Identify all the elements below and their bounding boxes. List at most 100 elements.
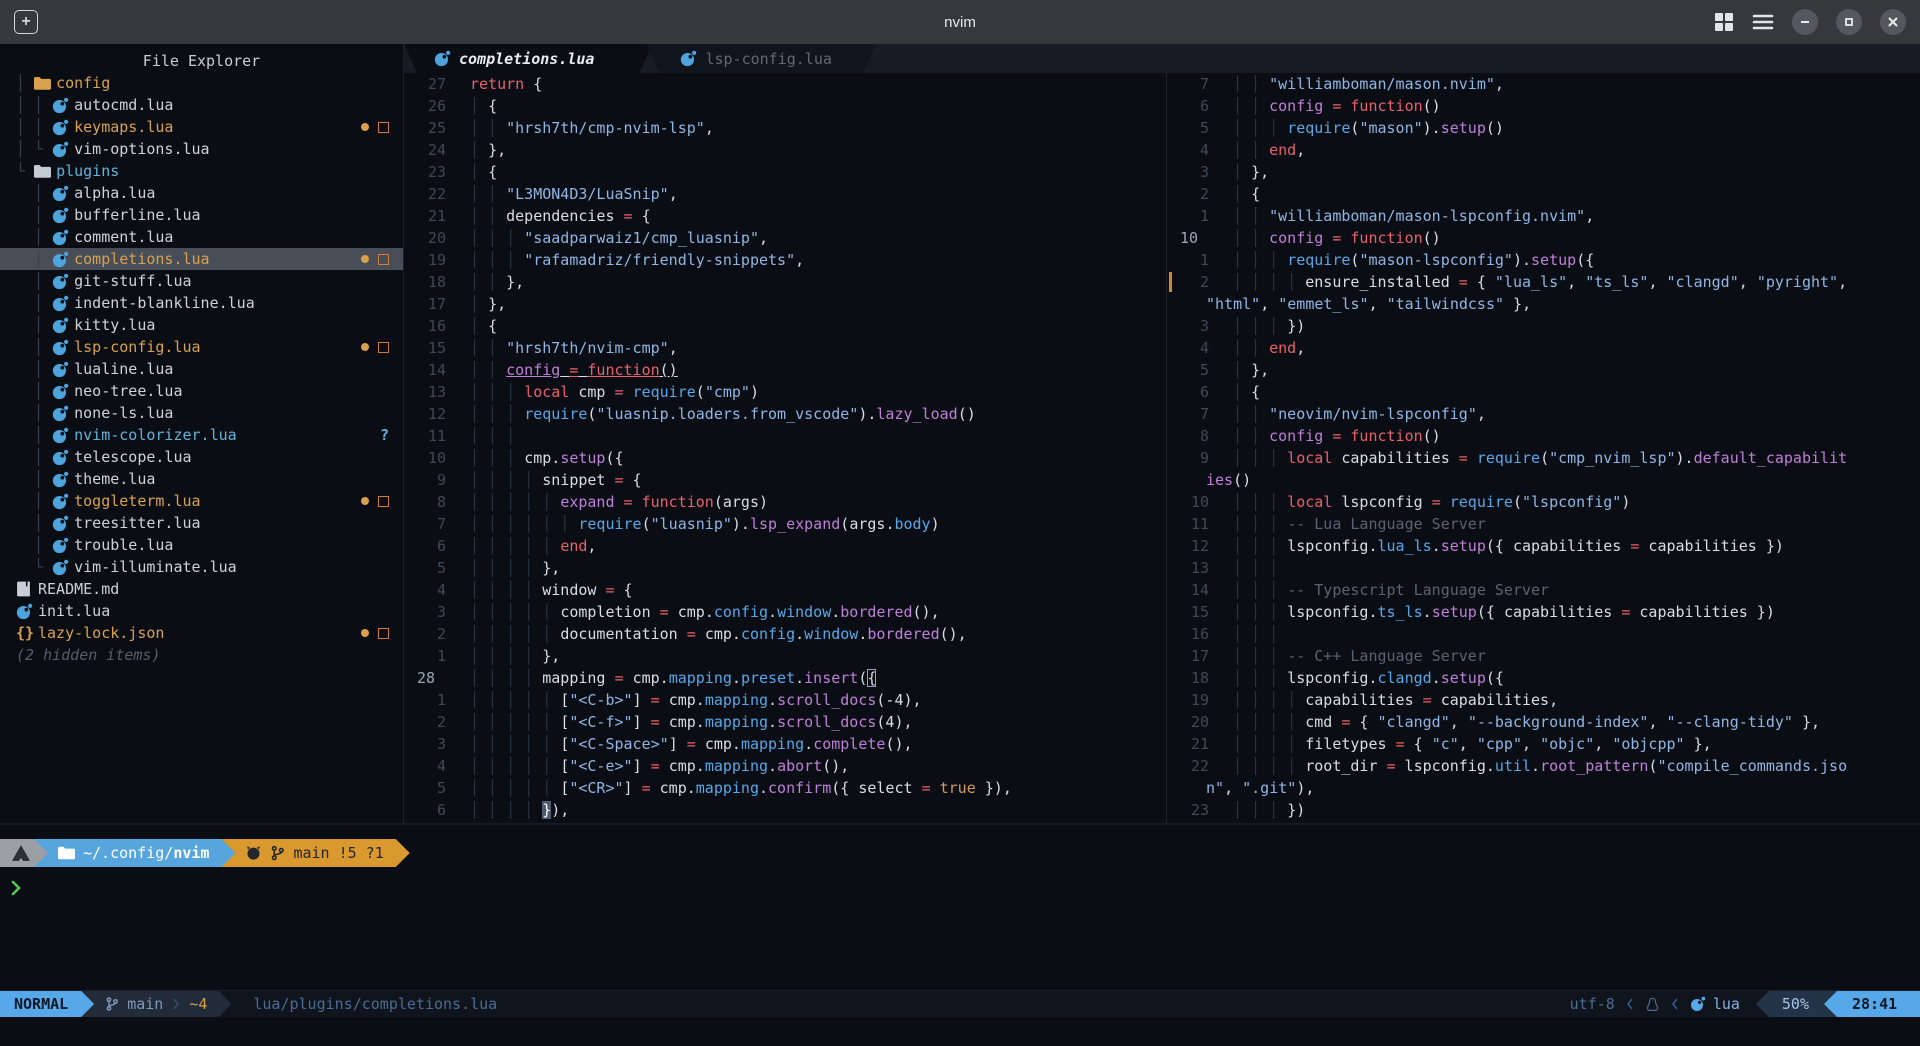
- tree-item-vim-illuminate-lua[interactable]: └ vim-illuminate.lua: [0, 556, 403, 578]
- code-line[interactable]: 12│ │ │ lspconfig.lua_ls.setup({ capabil…: [1167, 535, 1920, 557]
- code-line[interactable]: 5│ │ │ │ │ ["<CR>"] = cmp.mapping.confir…: [404, 777, 1166, 799]
- code-line[interactable]: 14│ │ │ -- Typescript Language Server: [1167, 579, 1920, 601]
- command-line[interactable]: [0, 1017, 1920, 1046]
- tree-item-lazy-lock-json[interactable]: {}lazy-lock.json: [0, 622, 403, 644]
- code-line[interactable]: 15│ │ │ lspconfig.ts_ls.setup({ capabili…: [1167, 601, 1920, 623]
- code-line[interactable]: 6│ │ │ │ }),: [404, 799, 1166, 821]
- code-line[interactable]: 19│ │ │ "rafamadriz/friendly-snippets",: [404, 249, 1166, 271]
- code-line[interactable]: 21│ │ │ │ filetypes = { "c", "cpp", "obj…: [1167, 733, 1920, 755]
- code-line[interactable]: 18│ │ │ lspconfig.clangd.setup({: [1167, 667, 1920, 689]
- code-line[interactable]: 5│ │ │ │ },: [404, 557, 1166, 579]
- tree-item-telescope-lua[interactable]: │ telescope.lua: [0, 446, 403, 468]
- code-line[interactable]: 20│ │ │ "saadparwaiz1/cmp_luasnip",: [404, 227, 1166, 249]
- code-line[interactable]: 8│ │ config = function(): [1167, 425, 1920, 447]
- tree-item-alpha-lua[interactable]: │ alpha.lua: [0, 182, 403, 204]
- code-line[interactable]: 3│ │ │ }): [1167, 315, 1920, 337]
- code-line[interactable]: 5│ │ │ require("mason").setup(): [1167, 117, 1920, 139]
- code-line[interactable]: 20│ │ │ │ cmd = { "clangd", "--backgroun…: [1167, 711, 1920, 733]
- code-line[interactable]: 26│ {: [404, 95, 1166, 117]
- code-line[interactable]: 2│ │ │ │ │ documentation = cmp.config.wi…: [404, 623, 1166, 645]
- code-line[interactable]: 11│ │ │: [404, 425, 1166, 447]
- code-line[interactable]: 9│ │ │ local capabilities = require("cmp…: [1167, 447, 1920, 469]
- tree-item-nvim-colorizer-lua[interactable]: │ nvim-colorizer.lua?: [0, 424, 403, 446]
- tree-item-config[interactable]: │ config: [0, 72, 403, 94]
- tab-lsp-config-lua[interactable]: lsp-config.lua: [646, 44, 875, 73]
- code-line[interactable]: 19│ │ │ │ capabilities = capabilities,: [1167, 689, 1920, 711]
- code-line[interactable]: 10│ │ config = function(): [1167, 227, 1920, 249]
- code-line[interactable]: 16│ {: [404, 315, 1166, 337]
- code-line[interactable]: 7│ │ "neovim/nvim-lspconfig",: [1167, 403, 1920, 425]
- code-line[interactable]: 6│ {: [1167, 381, 1920, 403]
- tree-item-toggleterm-lua[interactable]: │ toggleterm.lua: [0, 490, 403, 512]
- code-line[interactable]: 13│ │ │ local cmp = require("cmp"): [404, 381, 1166, 403]
- code-line[interactable]: 11│ │ │ -- Lua Language Server: [1167, 513, 1920, 535]
- maximize-button[interactable]: [1836, 9, 1862, 35]
- code-line[interactable]: 7│ │ │ │ │ │ require("luasnip").lsp_expa…: [404, 513, 1166, 535]
- code-line[interactable]: 16│ │ │: [1167, 623, 1920, 645]
- tree-item-comment-lua[interactable]: │ comment.lua: [0, 226, 403, 248]
- tree-item-bufferline-lua[interactable]: │ bufferline.lua: [0, 204, 403, 226]
- code-line[interactable]: 3│ │ │ │ │ completion = cmp.config.windo…: [404, 601, 1166, 623]
- close-button[interactable]: [1880, 9, 1906, 35]
- tree-item-treesitter-lua[interactable]: │ treesitter.lua: [0, 512, 403, 534]
- code-line[interactable]: 2│ │ │ │ ensure_installed = { "lua_ls", …: [1167, 271, 1920, 293]
- code-line[interactable]: 3│ },: [1167, 161, 1920, 183]
- terminal-panel[interactable]: ~/.config/nvim main !5 ?1: [0, 823, 1920, 990]
- code-line[interactable]: 1│ │ │ │ },: [404, 645, 1166, 667]
- tree-item-neo-tree-lua[interactable]: │ neo-tree.lua: [0, 380, 403, 402]
- code-line[interactable]: n", ".git"),: [1167, 777, 1920, 799]
- code-line[interactable]: 14│ │ config = function(): [404, 359, 1166, 381]
- tree-item--2-hidden-items-[interactable]: (2 hidden items): [0, 644, 403, 666]
- code-line[interactable]: 28│ │ │ │ mapping = cmp.mapping.preset.i…: [404, 667, 1166, 689]
- code-line[interactable]: 4│ │ │ │ │ ["<C-e>"] = cmp.mapping.abort…: [404, 755, 1166, 777]
- code-line[interactable]: 1│ │ "williamboman/mason-lspconfig.nvim"…: [1167, 205, 1920, 227]
- tree-item-none-ls-lua[interactable]: │ none-ls.lua: [0, 402, 403, 424]
- tree-item-vim-options-lua[interactable]: │ └ vim-options.lua: [0, 138, 403, 160]
- code-line[interactable]: 9│ │ │ │ snippet = {: [404, 469, 1166, 491]
- tree-item-git-stuff-lua[interactable]: │ git-stuff.lua: [0, 270, 403, 292]
- code-line[interactable]: "html", "emmet_ls", "tailwindcss" },: [1167, 293, 1920, 315]
- tree-item-keymaps-lua[interactable]: │ │ keymaps.lua: [0, 116, 403, 138]
- code-line[interactable]: 17│ │ │ -- C++ Language Server: [1167, 645, 1920, 667]
- code-line[interactable]: 1│ │ │ │ │ ["<C-b>"] = cmp.mapping.scrol…: [404, 689, 1166, 711]
- tree-item-init-lua[interactable]: init.lua: [0, 600, 403, 622]
- code-line[interactable]: 25│ │ "hrsh7th/cmp-nvim-lsp",: [404, 117, 1166, 139]
- code-line[interactable]: 4│ │ │ │ window = {: [404, 579, 1166, 601]
- menu-hamburger-icon[interactable]: [1752, 13, 1774, 31]
- code-line[interactable]: 2│ {: [1167, 183, 1920, 205]
- code-line[interactable]: 5│ },: [1167, 359, 1920, 381]
- code-line[interactable]: 10│ │ │ local lspconfig = require("lspco…: [1167, 491, 1920, 513]
- code-line[interactable]: 24│ },: [404, 139, 1166, 161]
- code-line[interactable]: 3│ │ │ │ │ ["<C-Space>"] = cmp.mapping.c…: [404, 733, 1166, 755]
- code-line[interactable]: 13│ │ │: [1167, 557, 1920, 579]
- code-line[interactable]: 18│ │ },: [404, 271, 1166, 293]
- prompt-cursor-line[interactable]: [10, 879, 1920, 901]
- code-line[interactable]: 4│ │ end,: [1167, 139, 1920, 161]
- code-line[interactable]: 23│ {: [404, 161, 1166, 183]
- minimize-button[interactable]: [1792, 9, 1818, 35]
- tree-item-lsp-config-lua[interactable]: │ lsp-config.lua: [0, 336, 403, 358]
- file-explorer-panel[interactable]: File Explorer │ config│ │ autocmd.lua│ │…: [0, 44, 404, 823]
- tree-item-readme-md[interactable]: README.md: [0, 578, 403, 600]
- editor-area[interactable]: 27return {26│ {25│ │ "hrsh7th/cmp-nvim-l…: [404, 73, 1920, 823]
- tree-item-plugins[interactable]: └ plugins: [0, 160, 403, 182]
- code-line[interactable]: 17│ },: [404, 293, 1166, 315]
- code-line[interactable]: 23│ │ │ }): [1167, 799, 1920, 821]
- code-line[interactable]: 1│ │ │ require("mason-lspconfig").setup(…: [1167, 249, 1920, 271]
- code-line[interactable]: 4│ │ end,: [1167, 337, 1920, 359]
- tab-completions-lua[interactable]: completions.lua: [404, 44, 652, 73]
- tree-item-lualine-lua[interactable]: │ lualine.lua: [0, 358, 403, 380]
- code-line[interactable]: 15│ │ "hrsh7th/nvim-cmp",: [404, 337, 1166, 359]
- code-line[interactable]: 2│ │ │ │ │ ["<C-f>"] = cmp.mapping.scrol…: [404, 711, 1166, 733]
- tree-item-kitty-lua[interactable]: │ kitty.lua: [0, 314, 403, 336]
- tree-item-autocmd-lua[interactable]: │ │ autocmd.lua: [0, 94, 403, 116]
- tree-item-completions-lua[interactable]: │ completions.lua: [0, 248, 403, 270]
- editor-pane-lsp-config[interactable]: 7│ │ "williamboman/mason.nvim",6│ │ conf…: [1166, 73, 1920, 823]
- tree-item-trouble-lua[interactable]: │ trouble.lua: [0, 534, 403, 556]
- code-line[interactable]: 22│ │ "L3MON4D3/LuaSnip",: [404, 183, 1166, 205]
- workspaces-grid-icon[interactable]: [1714, 12, 1734, 32]
- code-line[interactable]: 10│ │ │ cmp.setup({: [404, 447, 1166, 469]
- editor-pane-completions[interactable]: 27return {26│ {25│ │ "hrsh7th/cmp-nvim-l…: [404, 73, 1166, 823]
- code-line[interactable]: 7│ │ "williamboman/mason.nvim",: [1167, 73, 1920, 95]
- code-line[interactable]: 6│ │ │ │ │ end,: [404, 535, 1166, 557]
